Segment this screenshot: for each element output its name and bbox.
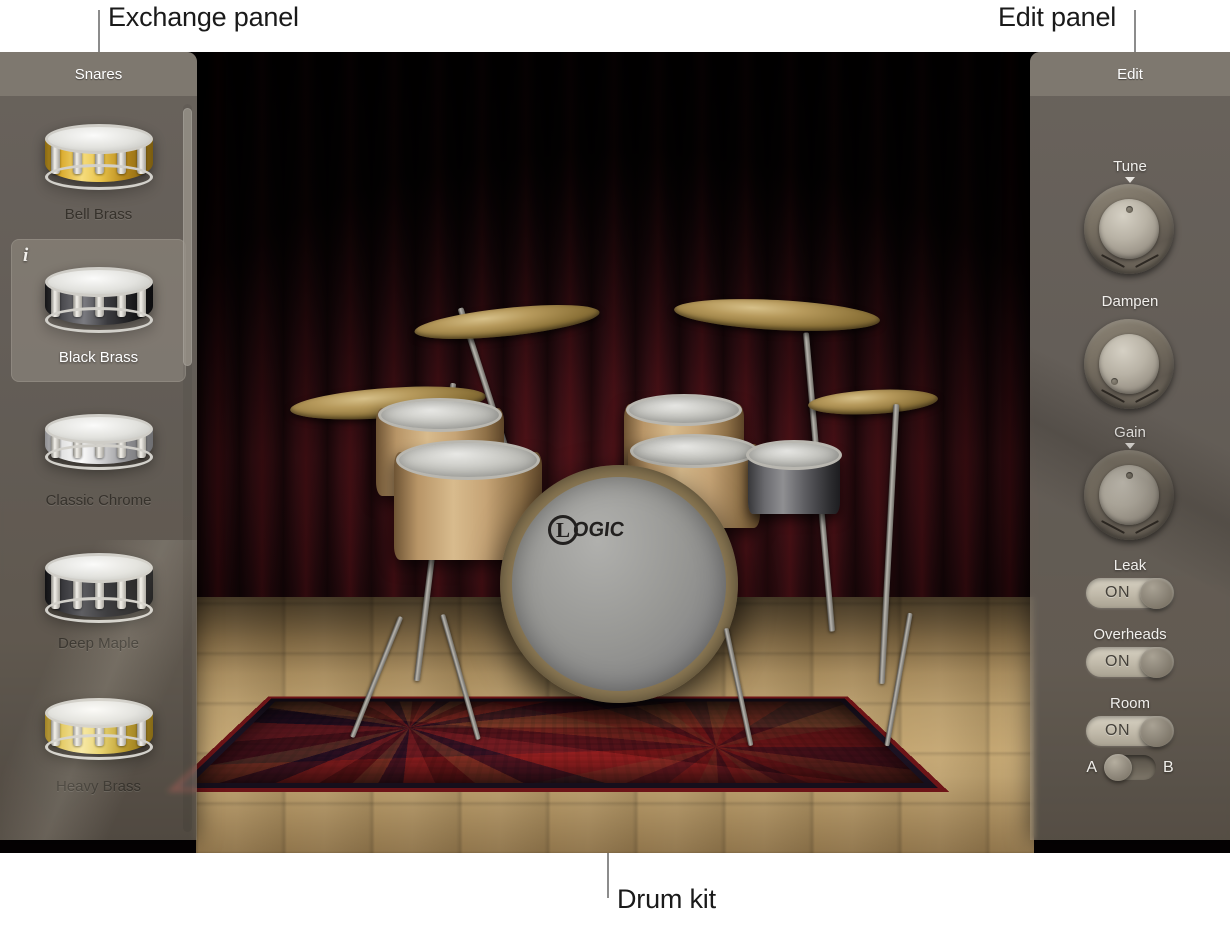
bass-drum-head: L OGIC — [512, 477, 726, 691]
logic-logo: L OGIC — [548, 513, 644, 547]
callout-label-edit-panel: Edit panel — [998, 2, 1117, 32]
rack-tom-right-upper-head — [626, 394, 742, 426]
knob-tune[interactable] — [1084, 177, 1176, 274]
control-gain: Gain — [1030, 424, 1230, 540]
knob-dampen[interactable] — [1084, 314, 1176, 409]
stand-leg-2 — [440, 613, 481, 741]
knob-gain[interactable] — [1084, 443, 1176, 540]
logic-logo-initial: L — [555, 517, 570, 542]
rack-tom-left-head — [378, 398, 502, 432]
toggle-knob[interactable] — [1140, 646, 1173, 678]
knob-label-tune: Tune — [1113, 158, 1147, 175]
toggle-overheads[interactable]: ON — [1086, 646, 1174, 678]
edit-panel-header: Edit — [1030, 52, 1230, 96]
toggle-label-leak: Leak — [1113, 557, 1147, 574]
control-dampen: Dampen — [1030, 293, 1230, 409]
list-item-label: Heavy Brass — [55, 778, 142, 795]
toggle-room[interactable]: ON — [1086, 715, 1174, 747]
list-item-label: Bell Brass — [64, 206, 133, 223]
control-tune: Tune — [1030, 158, 1230, 274]
knob-indicator-dot — [1126, 472, 1133, 479]
snare-list[interactable]: Bell Brass i Black Brass Classic Chrome … — [0, 96, 197, 840]
toggle-leak[interactable]: ON — [1086, 577, 1174, 609]
page-root: Exchange panel Edit panel Drum kit L OGI… — [0, 0, 1230, 926]
snare-drum-head — [746, 440, 842, 470]
knob-cap[interactable] — [1099, 199, 1159, 259]
list-item[interactable]: Bell Brass — [11, 96, 186, 239]
control-leak: Leak ON — [1030, 557, 1230, 609]
rack-tom-right-lower-head — [630, 434, 758, 468]
edit-panel[interactable]: Edit Tune Dampen Gain Leak ON Overheads … — [1030, 52, 1230, 840]
crash-cymbal-left[interactable] — [413, 298, 601, 346]
list-item-label: Black Brass — [58, 349, 139, 366]
crash-cymbal-right[interactable] — [807, 386, 939, 418]
ab-switch-knob[interactable] — [1104, 754, 1132, 781]
callout-label-drum-kit: Drum kit — [617, 884, 716, 914]
knob-cap[interactable] — [1099, 334, 1159, 394]
callout-label-exchange-panel: Exchange panel — [108, 2, 299, 32]
info-icon[interactable]: i — [23, 245, 28, 267]
list-item-selected[interactable]: i Black Brass — [11, 239, 186, 382]
toggle-label-room: Room — [1109, 695, 1150, 712]
knob-pointer-tick-icon — [1125, 443, 1135, 449]
edit-panel-title: Edit — [1117, 65, 1143, 83]
stand-leg-1 — [349, 615, 404, 739]
toggle-label-overheads: Overheads — [1093, 626, 1167, 643]
knob-pointer-tick-icon — [1125, 177, 1135, 183]
exchange-panel-title: Snares — [74, 65, 123, 83]
knob-indicator-dot — [1126, 206, 1133, 213]
bass-drum[interactable]: L OGIC — [500, 465, 738, 703]
list-item-label: Deep Maple — [58, 635, 139, 652]
ride-cymbal[interactable] — [673, 294, 881, 336]
knob-label-dampen: Dampen — [1101, 293, 1159, 310]
list-item-label: Classic Chrome — [45, 492, 152, 509]
control-room: Room ON A B — [1030, 695, 1230, 781]
logic-logo-text: OGIC — [571, 518, 626, 541]
cymbal-stand-far-right — [878, 404, 900, 684]
knob-cap[interactable] — [1099, 465, 1159, 525]
exchange-panel-header: Snares — [0, 52, 197, 96]
ab-switch-label-a: A — [1086, 758, 1097, 776]
floor-tom-left-head — [396, 440, 540, 480]
snare-thumbnail — [39, 267, 159, 341]
knob-label-gain: Gain — [1114, 424, 1146, 441]
list-item[interactable]: Deep Maple — [11, 525, 186, 668]
toggle-knob[interactable] — [1140, 715, 1173, 747]
toggle-state-label: ON — [1105, 584, 1130, 601]
list-item[interactable]: Heavy Brass — [11, 668, 186, 811]
stand-leg-3 — [723, 627, 754, 747]
drum-kit[interactable]: L OGIC — [196, 52, 1034, 853]
ab-switch[interactable] — [1104, 754, 1156, 781]
list-item[interactable]: Classic Chrome — [11, 382, 186, 525]
snare-thumbnail — [39, 553, 159, 627]
edit-controls: Tune Dampen Gain Leak ON Overheads ON Ro… — [1030, 96, 1230, 840]
toggle-state-label: ON — [1105, 653, 1130, 670]
exchange-panel[interactable]: Snares Bell Brass i Black Brass Classic … — [0, 52, 197, 840]
knob-indicator-dot — [1111, 378, 1118, 385]
snare-thumbnail — [39, 124, 159, 198]
ab-switch-row: A B — [1086, 754, 1174, 781]
ab-switch-label-b: B — [1163, 758, 1174, 776]
snare-thumbnail — [39, 696, 159, 770]
toggle-state-label: ON — [1105, 722, 1130, 739]
scrollbar-thumb[interactable] — [183, 108, 192, 366]
drum-kit-designer-window: L OGIC Snares Bell Brass i Black Brass C… — [0, 52, 1230, 853]
snare-thumbnail — [39, 410, 159, 484]
control-overheads: Overheads ON — [1030, 626, 1230, 678]
toggle-knob[interactable] — [1140, 577, 1173, 609]
stand-leg-4 — [884, 612, 913, 747]
